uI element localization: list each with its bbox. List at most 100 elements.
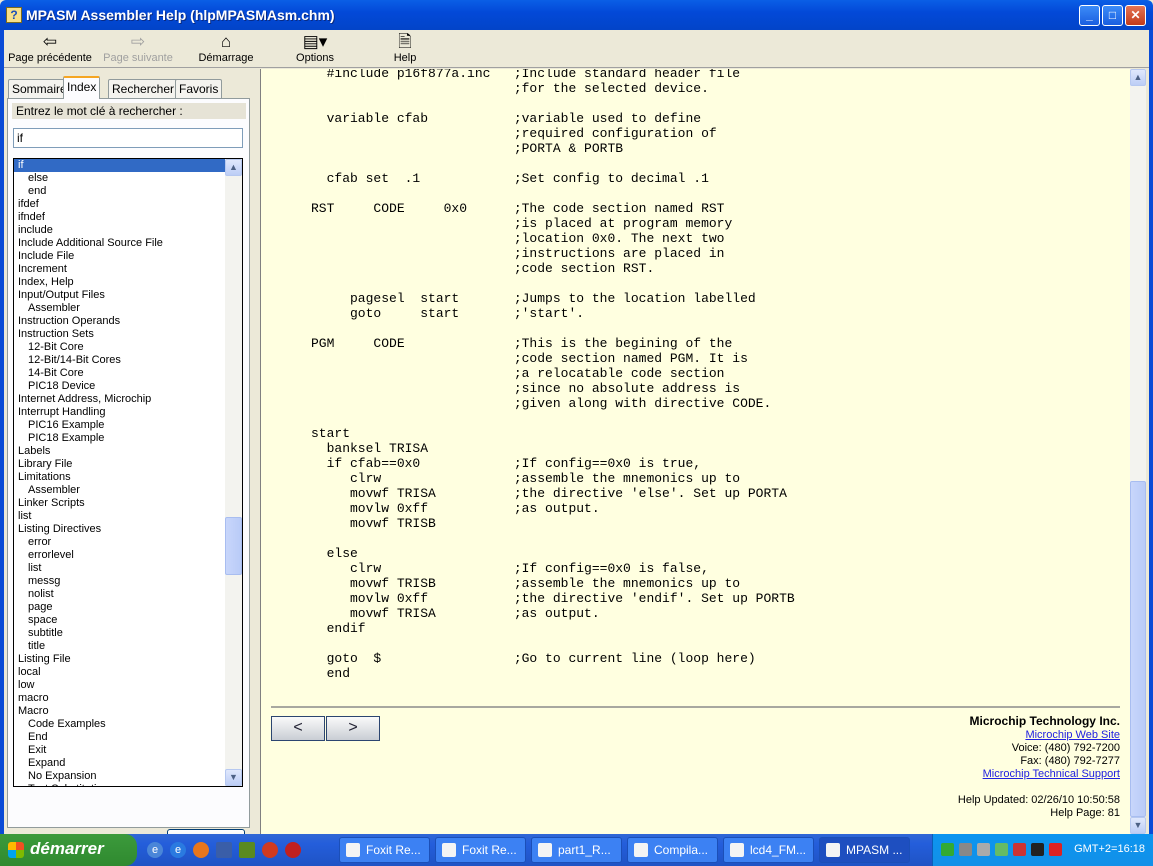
forward-button[interactable]: ⇨ Page suivante bbox=[100, 32, 176, 64]
content-scrollbar[interactable]: ▲ ▼ bbox=[1130, 69, 1146, 834]
index-item[interactable]: ifndef bbox=[14, 211, 227, 224]
home-button[interactable]: ⌂ Démarrage bbox=[196, 32, 256, 64]
clock[interactable]: GMT+2=16:18 bbox=[1074, 843, 1145, 855]
index-item[interactable]: Index, Help bbox=[14, 276, 227, 289]
internet-explorer-icon[interactable]: e bbox=[170, 842, 186, 858]
web-site-link[interactable]: Microchip Web Site bbox=[1025, 729, 1120, 741]
start-button[interactable]: démarrer bbox=[0, 834, 137, 866]
index-item[interactable]: Increment bbox=[14, 263, 227, 276]
firefox-icon[interactable] bbox=[193, 842, 209, 858]
maximize-button[interactable]: □ bbox=[1102, 5, 1123, 26]
taskbar-button[interactable]: part1_R... bbox=[531, 837, 622, 863]
index-item[interactable]: Limitations bbox=[14, 471, 227, 484]
app-icon-3[interactable] bbox=[262, 842, 278, 858]
index-item[interactable]: space bbox=[14, 614, 227, 627]
tray-icon[interactable] bbox=[1031, 843, 1044, 856]
index-item[interactable]: subtitle bbox=[14, 627, 227, 640]
index-item[interactable]: No Expansion bbox=[14, 770, 227, 783]
index-item[interactable]: Code Examples bbox=[14, 718, 227, 731]
back-button[interactable]: ⇦ Page précédente bbox=[7, 32, 93, 64]
index-item[interactable]: Assembler bbox=[14, 484, 227, 497]
index-item[interactable]: nolist bbox=[14, 588, 227, 601]
index-item[interactable]: Instruction Sets bbox=[14, 328, 227, 341]
app-icon-2[interactable] bbox=[239, 842, 255, 858]
content-scroll-thumb[interactable] bbox=[1130, 481, 1146, 817]
show-desktop-icon[interactable]: e bbox=[147, 842, 163, 858]
index-item[interactable]: Instruction Operands bbox=[14, 315, 227, 328]
index-item[interactable]: end bbox=[14, 185, 227, 198]
index-item[interactable]: Include Additional Source File bbox=[14, 237, 227, 250]
index-item[interactable]: page bbox=[14, 601, 227, 614]
taskbar-button[interactable]: Foxit Re... bbox=[339, 837, 430, 863]
index-item[interactable]: Interrupt Handling bbox=[14, 406, 227, 419]
index-item[interactable]: Listing File bbox=[14, 653, 227, 666]
app-icon[interactable] bbox=[216, 842, 232, 858]
tab-index[interactable]: Index bbox=[63, 76, 101, 99]
index-item[interactable]: Expand bbox=[14, 757, 227, 770]
index-item[interactable]: Library File bbox=[14, 458, 227, 471]
index-item[interactable]: Input/Output Files bbox=[14, 289, 227, 302]
index-item[interactable]: Macro bbox=[14, 705, 227, 718]
index-item[interactable]: include bbox=[14, 224, 227, 237]
index-item[interactable]: title bbox=[14, 640, 227, 653]
tray-icon[interactable] bbox=[995, 843, 1008, 856]
scroll-thumb[interactable] bbox=[225, 517, 242, 575]
index-item[interactable]: Internet Address, Microchip bbox=[14, 393, 227, 406]
tab-sommaire[interactable]: Sommaire bbox=[8, 79, 71, 98]
index-item[interactable]: ifdef bbox=[14, 198, 227, 211]
taskbar-button[interactable]: lcd4_FM... bbox=[723, 837, 814, 863]
index-item[interactable]: PIC18 Device bbox=[14, 380, 227, 393]
content-scroll-down[interactable]: ▼ bbox=[1130, 817, 1146, 834]
index-item[interactable]: Linker Scripts bbox=[14, 497, 227, 510]
next-topic-button[interactable]: > bbox=[326, 716, 380, 741]
index-item[interactable]: else bbox=[14, 172, 227, 185]
antivirus-icon[interactable] bbox=[1049, 843, 1062, 856]
tab-favoris[interactable]: Favoris bbox=[175, 79, 223, 98]
index-item[interactable]: Assembler bbox=[14, 302, 227, 315]
help-button[interactable]: 🗎 Help bbox=[389, 32, 421, 64]
index-item[interactable]: low bbox=[14, 679, 227, 692]
taskbar-button[interactable]: Foxit Re... bbox=[435, 837, 526, 863]
tray-icon[interactable] bbox=[959, 843, 972, 856]
scroll-down-button[interactable]: ▼ bbox=[225, 769, 242, 786]
company-name: Microchip Technology Inc. bbox=[969, 714, 1120, 728]
help-icon: 🗎 bbox=[398, 32, 412, 51]
minimize-button[interactable]: _ bbox=[1079, 5, 1100, 26]
index-item[interactable]: local bbox=[14, 666, 227, 679]
index-item[interactable]: 12-Bit/14-Bit Cores bbox=[14, 354, 227, 367]
index-item[interactable]: errorlevel bbox=[14, 549, 227, 562]
app-icon-4[interactable] bbox=[285, 842, 301, 858]
index-item[interactable]: error bbox=[14, 536, 227, 549]
index-item[interactable]: if bbox=[14, 159, 227, 172]
content-scroll-up[interactable]: ▲ bbox=[1130, 69, 1146, 86]
index-item[interactable]: list bbox=[14, 562, 227, 575]
index-item[interactable]: PIC16 Example bbox=[14, 419, 227, 432]
tab-rechercher[interactable]: Rechercher bbox=[108, 79, 179, 98]
index-item[interactable]: list bbox=[14, 510, 227, 523]
taskbar-button[interactable]: Compila... bbox=[627, 837, 718, 863]
index-item[interactable]: messg bbox=[14, 575, 227, 588]
index-item[interactable]: Labels bbox=[14, 445, 227, 458]
index-item[interactable]: Exit bbox=[14, 744, 227, 757]
options-button[interactable]: ▤▾ Options bbox=[295, 32, 335, 64]
support-link[interactable]: Microchip Technical Support bbox=[983, 768, 1120, 780]
index-item[interactable]: macro bbox=[14, 692, 227, 705]
index-scrollbar[interactable]: ▲ ▼ bbox=[225, 159, 242, 786]
tray-icon[interactable] bbox=[941, 843, 954, 856]
tray-icon[interactable] bbox=[977, 843, 990, 856]
index-item[interactable]: Include File bbox=[14, 250, 227, 263]
scroll-up-button[interactable]: ▲ bbox=[225, 159, 242, 176]
index-item[interactable]: Text Substitution bbox=[14, 783, 227, 786]
index-item[interactable]: End bbox=[14, 731, 227, 744]
taskbar-button[interactable]: MPASM ... bbox=[819, 837, 910, 863]
keyword-input[interactable]: if bbox=[13, 128, 243, 148]
index-item[interactable]: 12-Bit Core bbox=[14, 341, 227, 354]
index-list[interactable]: Text SubstitutionNo ExpansionExpandExitE… bbox=[13, 158, 243, 787]
close-button[interactable]: ✕ bbox=[1125, 5, 1146, 26]
index-item[interactable]: 14-Bit Core bbox=[14, 367, 227, 380]
index-item[interactable]: Listing Directives bbox=[14, 523, 227, 536]
tray-icon[interactable] bbox=[1013, 843, 1026, 856]
previous-topic-button[interactable]: < bbox=[271, 716, 325, 741]
index-item[interactable]: PIC18 Example bbox=[14, 432, 227, 445]
